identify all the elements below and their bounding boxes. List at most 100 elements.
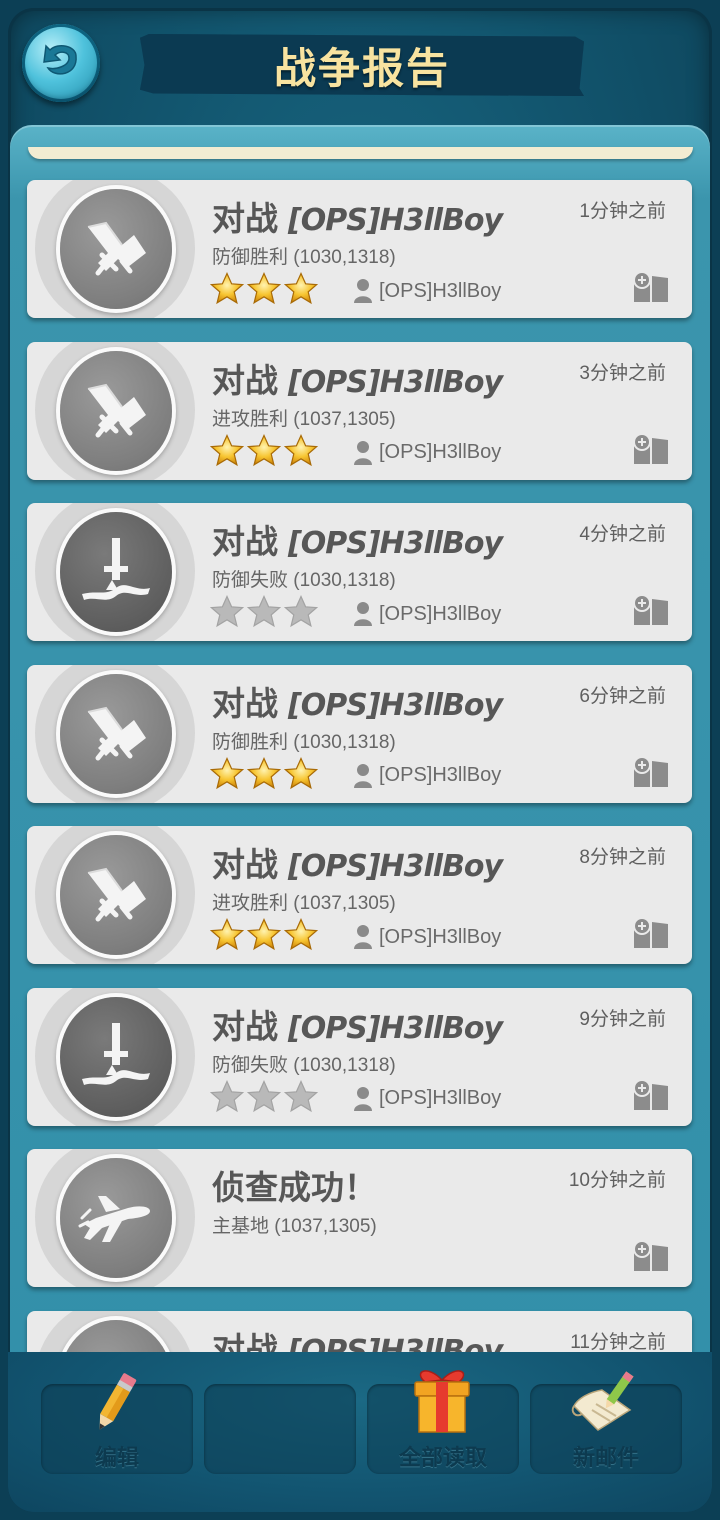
star-filled-icon [284, 756, 318, 789]
report-title-text: 对战 [212, 1006, 278, 1046]
person-icon [354, 279, 372, 303]
broken-sword-defeat-icon [60, 996, 172, 1117]
report-card[interactable]: 对战 [OPS]H3llBoy 1分钟之前防御胜利 (1030,1318) [OPS]… [27, 180, 692, 318]
report-title-text: 对战 [212, 360, 278, 400]
report-list[interactable]: 对战 [OPS]H3llBoy 1分钟之前防御胜利 (1030,1318) [OPS]… [10, 125, 710, 1355]
read-all-button[interactable]: 全部读取 [367, 1370, 519, 1474]
person-icon [354, 763, 372, 788]
replay-book-icon[interactable] [632, 1078, 670, 1112]
star-empty-icon [210, 1079, 244, 1112]
star-filled-icon [247, 918, 281, 951]
opponent-name: [OPS]H3llBoy [288, 203, 503, 238]
replay-book-icon[interactable] [632, 432, 670, 466]
report-title: 对战 [OPS]H3llBoy [212, 192, 503, 240]
star-empty-icon [284, 1079, 318, 1112]
report-title-text: 侦查成功！ [212, 1168, 377, 1207]
report-result: 进攻胜利 (1037,1305) [212, 893, 396, 914]
opponent-name: [OPS]H3llBoy [288, 526, 503, 561]
report-title: 对战 [OPS]H3llBoy [212, 515, 503, 563]
reports-panel: 对战 [OPS]H3llBoy 1分钟之前防御胜利 (1030,1318) [OPS]… [10, 125, 710, 1355]
star-filled-icon [247, 272, 281, 305]
edit-button[interactable]: 编辑 [41, 1373, 193, 1474]
report-title: 对战 [OPS]H3llBoy [212, 838, 503, 886]
opponent-name: [OPS]H3llBoy [288, 687, 503, 723]
replay-book-icon[interactable] [632, 270, 670, 304]
pencil-icon [99, 1373, 137, 1430]
opponent-name: [OPS]H3llBoy [288, 364, 503, 400]
opponent-name: [OPS]H3llBoy [288, 849, 503, 884]
replay-book-icon[interactable] [632, 916, 670, 950]
person-icon [354, 440, 372, 465]
report-time: 9分钟之前 [579, 1008, 666, 1030]
report-time: 8分钟之前 [579, 847, 666, 868]
player-tag: [OPS]H3llBoy [353, 439, 501, 467]
star-rating [210, 272, 318, 306]
report-card[interactable]: 对战 [OPS]H3llBoy 6分钟之前 防御胜利 (1030,1318) [OPS]… [27, 664, 692, 803]
report-result: 进攻胜利 (1037,1305) [212, 408, 396, 430]
report-time: 11分钟之前 [570, 1331, 666, 1353]
report-card[interactable]: 对战 [OPS]H3llBoy 4分钟之前防御失败 (1030,1318) [OPS]… [27, 503, 692, 641]
read-all-label: 全部读取 [398, 1446, 487, 1471]
report-title: 对战 [OPS]H3llBoy [212, 354, 503, 402]
report-card[interactable]: 对战 [OPS]H3llBoy 8分钟之前进攻胜利 (1037,1305) [OPS]… [27, 826, 692, 964]
person-icon [354, 1086, 372, 1111]
report-title: 对战 [OPS]H3llBoy [212, 1000, 503, 1048]
star-rating [210, 1079, 318, 1114]
report-card[interactable]: 对战 [OPS]H3llBoy 3分钟之前进攻胜利 (1037,1305) [OPS]… [27, 341, 692, 480]
player-name: [OPS]H3llBoy [379, 279, 502, 302]
report-time: 1分钟之前 [579, 201, 666, 222]
report-title-text: 对战 [212, 199, 278, 238]
player-tag: [OPS]H3llBoy [353, 923, 501, 951]
star-empty-icon [210, 595, 244, 628]
report-time: 10分钟之前 [568, 1170, 666, 1191]
new-mail-button[interactable]: 新邮件 [530, 1371, 682, 1474]
report-result: 主基地 (1037,1305) [212, 1216, 377, 1237]
replay-book-icon[interactable] [632, 755, 670, 789]
star-filled-icon [247, 433, 281, 466]
replay-book-icon[interactable] [632, 1239, 670, 1273]
person-icon [354, 602, 372, 626]
report-card[interactable]: 对战 [OPS]H3llBoy 11分钟之前 [27, 1310, 692, 1356]
swords-victory-icon [60, 189, 172, 309]
player-tag: [OPS]H3llBoy [353, 277, 501, 305]
report-card[interactable]: 侦查成功！ 10分钟之前主基地 (1037,1305) [27, 1149, 692, 1287]
report-title-text: 对战 [212, 522, 278, 561]
report-time: 4分钟之前 [579, 524, 666, 545]
player-name: [OPS]H3llBoy [379, 1087, 502, 1109]
empty-button[interactable] [204, 1384, 356, 1474]
star-filled-icon [210, 433, 244, 466]
star-filled-icon [210, 756, 244, 789]
page-title: 战争报告 [273, 43, 450, 93]
player-name: [OPS]H3llBoy [379, 441, 502, 463]
broken-sword-defeat-icon [60, 512, 172, 632]
player-tag: [OPS]H3llBoy [353, 600, 501, 628]
star-rating [210, 595, 318, 629]
report-result: 防御失败 (1030,1318) [212, 570, 396, 591]
plane-scout-icon [60, 1158, 172, 1278]
report-title-text: 对战 [212, 683, 278, 723]
scroll-quill-icon [571, 1371, 634, 1431]
star-filled-icon [284, 433, 318, 466]
report-card[interactable]: 对战 [OPS]H3llBoy 9分钟之前 防御失败 (1030,1318) [OPS]… [27, 987, 692, 1126]
player-name: [OPS]H3llBoy [379, 925, 502, 948]
replay-book-icon[interactable] [632, 593, 670, 627]
star-filled-icon [247, 756, 281, 789]
back-button[interactable] [22, 24, 100, 102]
report-title-text: 对战 [212, 845, 278, 884]
swords-victory-icon [60, 350, 172, 471]
player-name: [OPS]H3llBoy [379, 764, 502, 786]
report-result: 防御胜利 (1030,1318) [212, 247, 396, 268]
new-mail-label: 新邮件 [572, 1446, 639, 1471]
report-time: 3分钟之前 [579, 362, 666, 384]
player-name: [OPS]H3llBoy [379, 602, 502, 625]
star-empty-icon [247, 595, 281, 628]
edit-label: 编辑 [94, 1446, 139, 1471]
star-rating [210, 433, 318, 468]
back-arrow-icon [43, 44, 77, 75]
star-empty-icon [247, 1079, 281, 1112]
gift-box-icon [414, 1370, 470, 1433]
report-title: 对战 [OPS]H3llBoy [212, 677, 503, 725]
report-title: 对战 [OPS]H3llBoy [212, 1323, 503, 1356]
player-tag: [OPS]H3llBoy [353, 1085, 501, 1113]
star-rating [210, 918, 318, 952]
